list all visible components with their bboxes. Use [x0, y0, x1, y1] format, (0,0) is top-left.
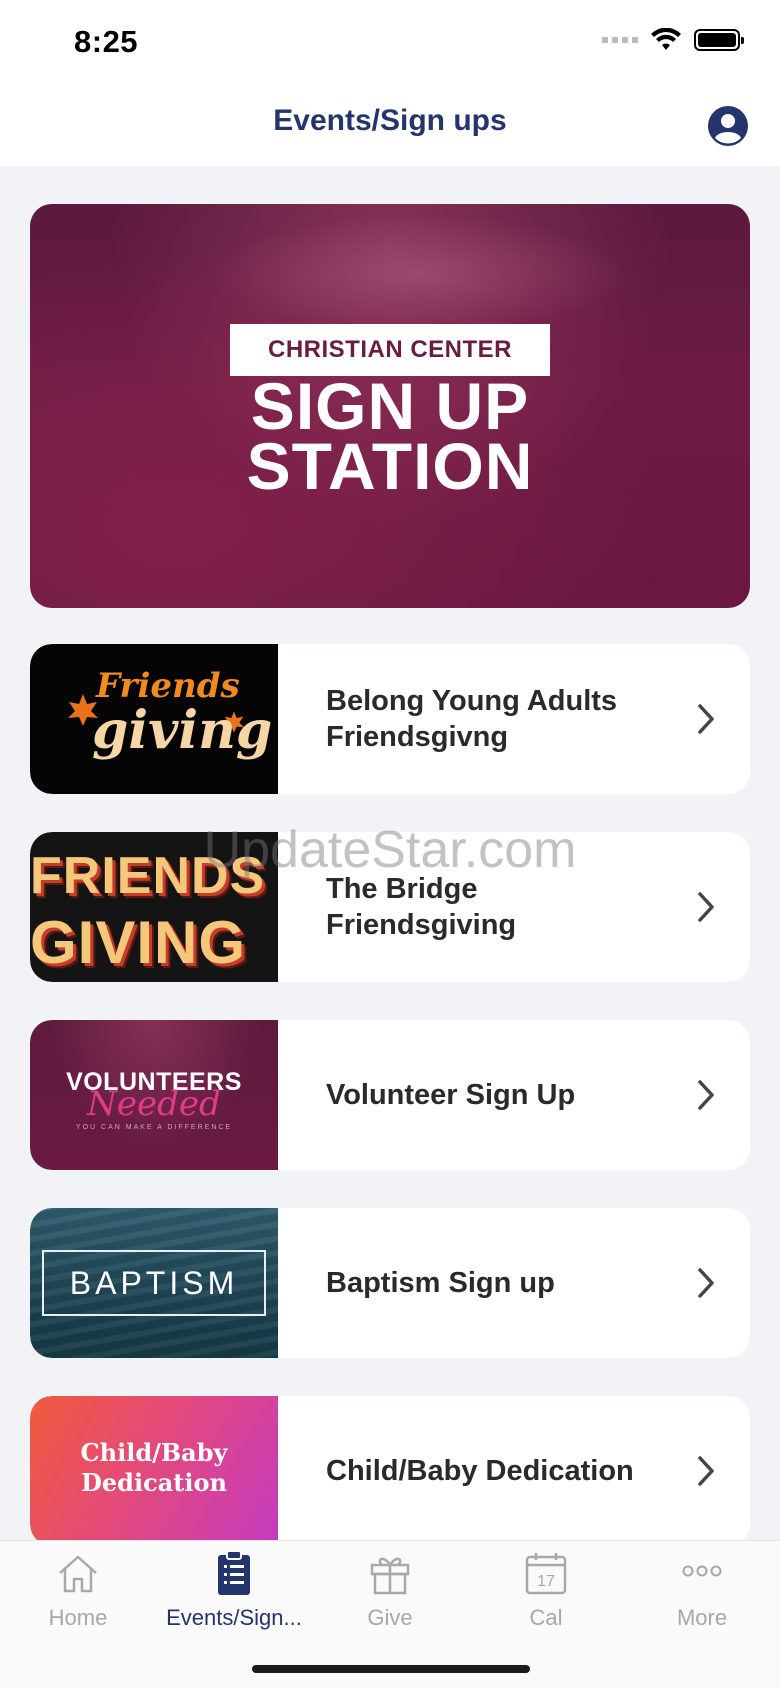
tab-give[interactable]: Give: [312, 1541, 468, 1651]
list-item-volunteer-signup[interactable]: VOLUNTEERS Needed YOU CAN MAKE A DIFFERE…: [30, 1020, 750, 1170]
list-item-label: Child/Baby Dedication: [326, 1455, 634, 1487]
thumb-child-dedication: Child/Baby Dedication: [30, 1396, 278, 1540]
clipboard-icon: [218, 1550, 250, 1595]
hero-title-line2: STATION: [246, 429, 534, 503]
tab-label: More: [676, 1605, 728, 1630]
tab-home[interactable]: Home: [0, 1541, 156, 1651]
house-icon: [59, 1555, 97, 1593]
thumb-text: YOU CAN MAKE A DIFFERENCE: [75, 1124, 233, 1131]
status-time: 8:25: [74, 24, 139, 59]
content-scroll[interactable]: CHRISTIAN CENTER SIGN UP STATION Friends…: [0, 166, 780, 1540]
tab-label: Events/Sign...: [166, 1605, 302, 1630]
cellular-signal-icon: [602, 37, 638, 43]
more-dots-icon: [682, 1565, 722, 1577]
page-title: Events/Sign ups: [273, 104, 507, 137]
tab-label: Give: [367, 1605, 413, 1630]
thumb-baptism-frame: BAPTISM: [42, 1250, 266, 1316]
tab-label: Cal: [529, 1605, 563, 1630]
chevron-right-icon: [698, 704, 714, 734]
list-item-baptism-signup[interactable]: BAPTISM Baptism Sign up: [30, 1208, 750, 1358]
calendar-day: 17: [537, 1573, 555, 1590]
chevron-right-icon: [698, 1268, 714, 1298]
chevron-right-icon: [698, 1080, 714, 1110]
thumb-text: Needed: [87, 1084, 221, 1124]
wifi-icon: [651, 28, 681, 50]
thumb-text: Child/Baby: [80, 1438, 228, 1467]
calendar-icon: 17: [525, 1553, 567, 1595]
list-item-label: Volunteer Sign Up: [326, 1079, 576, 1111]
gift-icon: [370, 1557, 410, 1595]
tab-label: Home: [48, 1605, 108, 1630]
thumb-text: GIVING: [30, 909, 247, 976]
thumb-baptism: BAPTISM: [30, 1208, 278, 1358]
thumb-volunteers-needed: VOLUNTEERS Needed YOU CAN MAKE A DIFFERE…: [30, 1020, 278, 1170]
thumb-text: Dedication: [81, 1468, 227, 1497]
person-circle-icon[interactable]: [706, 104, 750, 148]
tab-more[interactable]: More: [624, 1541, 780, 1651]
thumb-friendsgiving: Friends giving: [30, 644, 278, 794]
tab-events-signups[interactable]: Events/Sign...: [156, 1541, 312, 1651]
tab-calendar[interactable]: 17 Cal: [468, 1541, 624, 1651]
list-item-bridge-friendsgiving[interactable]: FRIENDS GIVING The Bridge Friendsgiving: [30, 832, 750, 982]
list-item-child-dedication[interactable]: Child/Baby Dedication Child/Baby Dedicat…: [30, 1396, 750, 1540]
thumb-text: FRIENDS: [30, 847, 266, 905]
thumb-text-block: Child/Baby Dedication: [30, 1438, 278, 1498]
chevron-right-icon: [698, 892, 714, 922]
status-icons: [602, 28, 744, 52]
home-indicator: [252, 1665, 530, 1673]
hero-label: CHRISTIAN CENTER: [267, 336, 512, 363]
list-item-label: Baptism Sign up: [326, 1267, 555, 1299]
list-item-label: The Bridge Friendsgiving: [326, 873, 517, 941]
list-item-belong-friendsgiving[interactable]: Friends giving Belong Young Adults Frien…: [30, 644, 750, 794]
battery-icon: [694, 29, 744, 51]
hero-banner[interactable]: CHRISTIAN CENTER SIGN UP STATION: [30, 204, 750, 608]
thumb-text: giving: [92, 700, 273, 761]
hero-hands-image: [210, 214, 630, 334]
list-item-label: Belong Young Adults Friendsgivng: [326, 685, 618, 753]
nav-header: Events/Sign ups: [0, 90, 780, 166]
thumb-bridge-friendsgiving: FRIENDS GIVING: [30, 832, 278, 982]
hero-title-line1: SIGN UP: [250, 369, 530, 443]
status-bar: 8:25: [0, 0, 780, 90]
chevron-right-icon: [698, 1456, 714, 1486]
thumb-text: BAPTISM: [69, 1264, 239, 1301]
